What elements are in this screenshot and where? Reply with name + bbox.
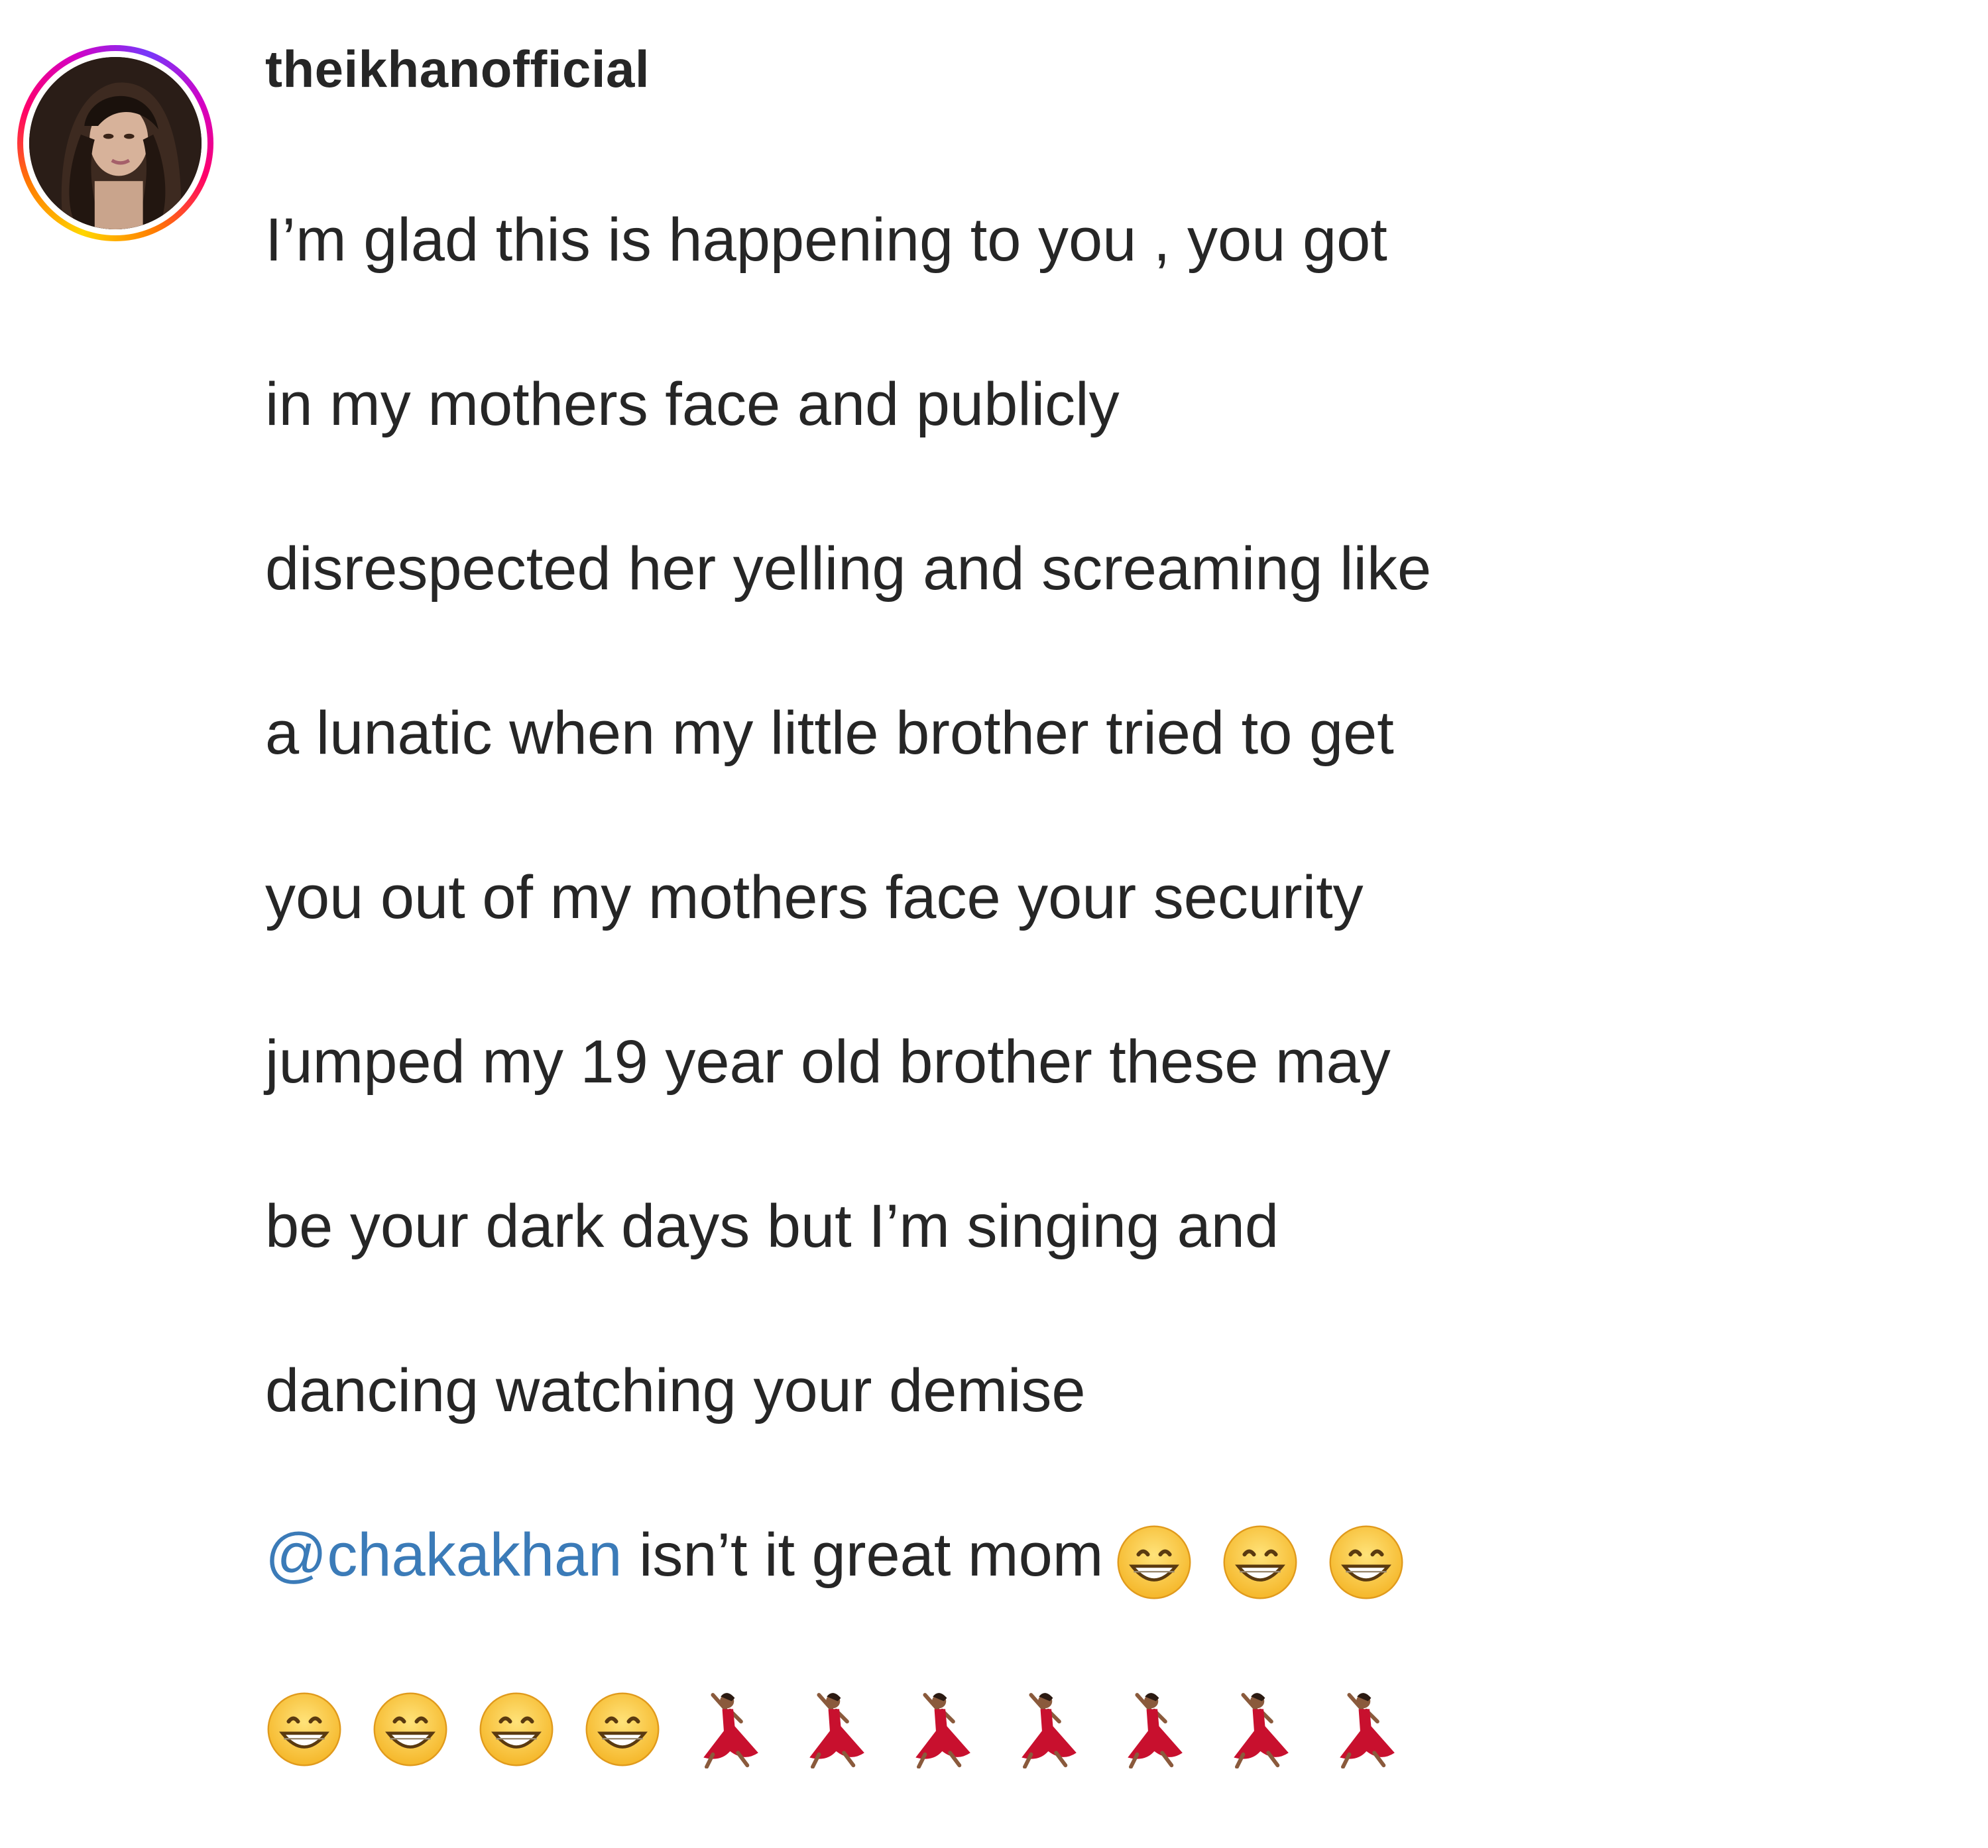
grinning-face-icon	[1327, 1523, 1405, 1601]
grinning-face-icon	[265, 1690, 343, 1768]
avatar	[29, 57, 202, 229]
dancer-icon	[795, 1690, 874, 1768]
comment-line-4: a lunatic when my little brother tried t…	[265, 699, 1394, 767]
grinning-face-icon	[477, 1690, 555, 1768]
dancer-icon	[902, 1690, 980, 1768]
comment-line-2: in my mothers face and publicly	[265, 370, 1120, 438]
comment-line-1: I’m glad this is happening to you , you …	[265, 205, 1387, 274]
avatar-photo	[29, 57, 202, 229]
grinning-face-icon	[1221, 1523, 1299, 1601]
comment-line-9: @chakakhan isn’t it great mom	[265, 1514, 1922, 1602]
comment-text: I’m glad this is happening to you , you …	[265, 117, 1922, 1848]
comment-line-8: dancing watching your demise	[265, 1356, 1086, 1424]
comment-content: theikhanofficial I’m glad this is happen…	[265, 38, 1922, 1848]
grinning-face-icon	[583, 1690, 662, 1768]
comment: theikhanofficial I’m glad this is happen…	[0, 0, 1988, 1768]
grinning-face-icon	[1115, 1523, 1193, 1601]
comment-line-3: disrespected her yelling and screaming l…	[265, 534, 1432, 603]
avatar-frame	[23, 51, 207, 235]
emoji-row	[265, 1684, 1922, 1768]
dancer-icon	[689, 1690, 768, 1768]
comment-line-9-text: isn’t it great mom	[622, 1521, 1104, 1589]
dancer-icon	[1114, 1690, 1192, 1768]
comment-line-5: you out of my mothers face your security	[265, 863, 1364, 931]
dancer-icon	[1326, 1690, 1404, 1768]
avatar-story-ring[interactable]	[17, 45, 213, 241]
dancer-icon	[1220, 1690, 1298, 1768]
inline-emoji-group	[1115, 1517, 1433, 1601]
comment-line-7: be your dark days but I’m singing and	[265, 1192, 1279, 1260]
comment-line-6: jumped my 19 year old brother these may	[265, 1027, 1391, 1096]
dancer-icon	[1008, 1690, 1086, 1768]
username[interactable]: theikhanofficial	[265, 38, 1922, 101]
grinning-face-icon	[371, 1690, 449, 1768]
mention-link[interactable]: @chakakhan	[265, 1521, 622, 1589]
